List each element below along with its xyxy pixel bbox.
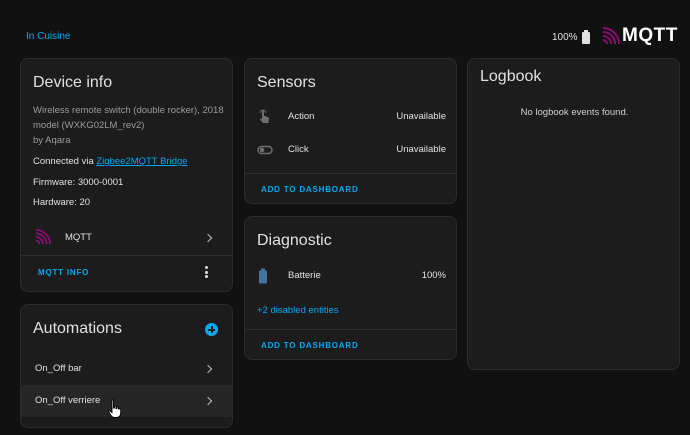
sensors-card: Sensors Action Unavailable Click Unavail…: [244, 58, 457, 204]
entity-state: 100%: [421, 270, 446, 281]
device-description: Wireless remote switch (double rocker), …: [33, 103, 229, 148]
mqtt-wave-icon: [602, 27, 620, 45]
entity-state: Unavailable: [396, 144, 446, 155]
toggle-switch-icon: [257, 145, 273, 155]
mqtt-wave-icon: [35, 229, 51, 245]
hand-cursor-icon: [108, 399, 122, 418]
connected-via-line: Connected via Zigbee2MQTT Bridge: [33, 156, 188, 167]
add-to-dashboard-button[interactable]: ADD TO DASHBOARD: [261, 341, 359, 350]
divider: [245, 329, 456, 330]
entity-state: Unavailable: [396, 111, 446, 122]
diagnostic-card: Diagnostic Batterie 100% +2 disabled ent…: [244, 216, 457, 360]
automation-item[interactable]: On_Off bar: [21, 353, 232, 385]
device-manufacturer: by Aqara: [33, 135, 71, 146]
entity-name: Action: [288, 111, 315, 122]
top-bar: In Cuisine 100% MQTT: [0, 0, 690, 56]
automation-label: On_Off bar: [35, 363, 82, 374]
entity-name: Click: [288, 144, 309, 155]
chevron-right-icon: [203, 364, 213, 374]
disabled-entities-link[interactable]: +2 disabled entities: [257, 305, 339, 316]
automation-item[interactable]: On_Off verriere: [21, 385, 232, 417]
header-battery-status: 100%: [552, 30, 590, 44]
entity-row-action[interactable]: Action Unavailable: [245, 103, 456, 131]
battery-icon: [259, 268, 267, 284]
chevron-right-icon: [203, 396, 213, 406]
automation-label: On_Off verriere: [35, 395, 101, 406]
entity-row-batterie[interactable]: Batterie 100%: [245, 262, 456, 290]
mqtt-brand-text: MQTT: [622, 25, 678, 46]
zigbee2mqtt-bridge-link[interactable]: Zigbee2MQTT Bridge: [96, 156, 187, 167]
entity-name: Batterie: [288, 270, 321, 281]
battery-percent: 100%: [552, 31, 578, 43]
more-options-icon[interactable]: [205, 266, 209, 278]
battery-full-icon: [581, 30, 590, 44]
device-info-card: Device info Wireless remote switch (doub…: [20, 58, 233, 292]
device-model: Wireless remote switch (double rocker), …: [33, 105, 224, 131]
gesture-tap-icon: [259, 109, 269, 123]
breadcrumb-area-link[interactable]: In Cuisine: [26, 31, 70, 42]
add-automation-button[interactable]: [205, 323, 218, 336]
hardware-line: Hardware: 20: [33, 197, 91, 208]
logbook-empty-message: No logbook events found.: [520, 107, 629, 118]
diagnostic-title: Diagnostic: [257, 232, 332, 249]
firmware-line: Firmware: 3000-0001: [33, 177, 124, 188]
divider: [245, 173, 456, 174]
entity-row-click[interactable]: Click Unavailable: [245, 136, 456, 164]
mqtt-info-button[interactable]: MQTT INFO: [38, 268, 89, 277]
connected-via-label: Connected via: [33, 156, 97, 167]
sensors-title: Sensors: [257, 74, 316, 91]
logbook-title: Logbook: [480, 68, 542, 85]
mqtt-brand-logo: MQTT: [602, 25, 678, 47]
automations-card: Automations On_Off bar On_Off verriere: [20, 304, 233, 428]
logbook-card: Logbook No logbook events found.: [467, 58, 680, 370]
mqtt-integration-row[interactable]: MQTT: [21, 225, 232, 251]
divider: [21, 255, 232, 256]
automations-title: Automations: [33, 320, 122, 337]
chevron-right-icon: [203, 233, 213, 243]
add-to-dashboard-button[interactable]: ADD TO DASHBOARD: [261, 185, 359, 194]
device-info-title: Device info: [33, 74, 113, 91]
integration-label: MQTT: [65, 232, 92, 243]
